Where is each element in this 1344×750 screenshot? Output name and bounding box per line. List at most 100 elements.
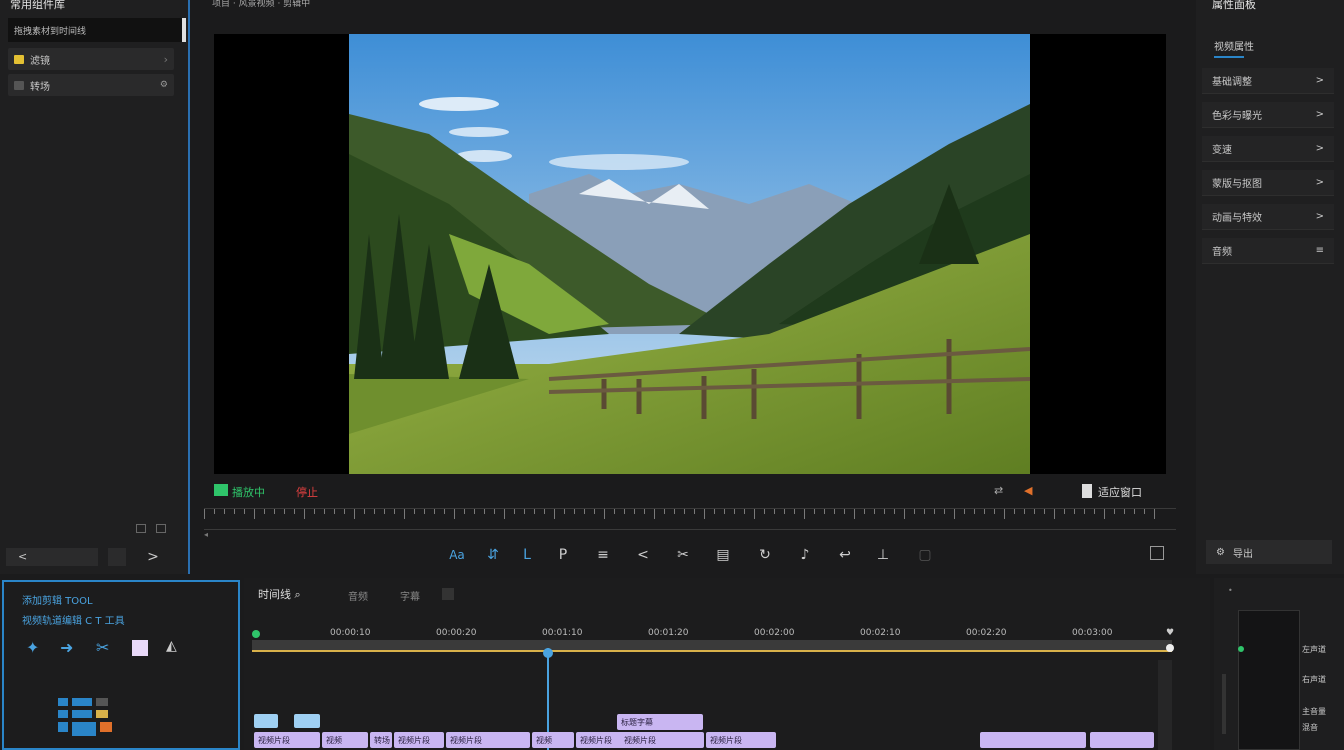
align-icon[interactable]: ⊥ xyxy=(872,545,894,565)
title-clip[interactable]: 标题字幕 xyxy=(617,714,703,730)
video-clip[interactable]: 视频片段 xyxy=(254,732,320,748)
timecode-label: 00:00:10 xyxy=(330,628,371,638)
export-button[interactable]: ⚙ 导出 xyxy=(1206,540,1332,564)
timeline-scrollbar[interactable] xyxy=(1158,660,1172,750)
ruler-tick xyxy=(324,509,325,514)
prop-speed[interactable]: 变速 > xyxy=(1202,136,1334,162)
prop-color[interactable]: 色彩与曝光 > xyxy=(1202,102,1334,128)
ruler-tick xyxy=(744,509,745,514)
meter-label: 右声道 xyxy=(1302,675,1326,684)
frame-icon[interactable]: ▢ xyxy=(914,545,936,565)
scissors-icon[interactable]: ✂ xyxy=(96,638,109,657)
left-item-filters[interactable]: 滤镜 › xyxy=(8,48,174,70)
preview-scrubber[interactable] xyxy=(204,508,1176,530)
ruler-tick xyxy=(854,509,855,519)
square-icon[interactable] xyxy=(132,640,148,656)
scissors-icon[interactable]: ✂ xyxy=(672,545,694,565)
pin-icon[interactable]: ✦ xyxy=(26,638,39,657)
ruler-tick xyxy=(984,509,985,514)
ruler-tick xyxy=(554,509,555,519)
ruler-tick xyxy=(344,509,345,514)
video-frame xyxy=(349,34,1030,474)
ruler-tick xyxy=(594,509,595,514)
video-clip[interactable]: 视频 xyxy=(532,732,574,748)
properties-title: 属性面板 xyxy=(1212,0,1256,11)
left-item-transitions[interactable]: 转场 ⚙ xyxy=(8,74,174,96)
text-tool-button[interactable]: Aa xyxy=(446,545,468,565)
rotate-icon[interactable]: ↻ xyxy=(754,545,776,565)
ruler-tick xyxy=(1004,509,1005,519)
undo-icon[interactable]: ↩ xyxy=(834,545,856,565)
tab-subtitles[interactable]: 字幕 xyxy=(400,588,420,603)
ruler-tick xyxy=(924,509,925,514)
speaker-icon[interactable]: ◭ xyxy=(166,638,177,654)
meter-label: 混音 xyxy=(1302,723,1318,732)
video-clip[interactable]: 视频片段 xyxy=(394,732,444,748)
tab-audio[interactable]: 音频 xyxy=(348,588,368,603)
video-clip[interactable]: 视频片段 xyxy=(446,732,530,748)
ruler-tick xyxy=(634,509,635,514)
tab-video-properties[interactable]: 视频属性 xyxy=(1214,38,1254,53)
audio-marker[interactable] xyxy=(254,714,278,728)
timecode-label: 00:01:20 xyxy=(648,628,689,638)
pen-tool-button[interactable]: P xyxy=(552,545,574,565)
add-tab-icon[interactable] xyxy=(442,588,454,600)
list-tool-button[interactable]: ≡ xyxy=(592,545,614,565)
link-icon[interactable]: ⇄ xyxy=(994,484,1003,497)
video-clip[interactable]: 转场 xyxy=(370,732,392,748)
playhead-handle[interactable] xyxy=(543,648,553,658)
tab-underline xyxy=(1214,56,1244,58)
ruler-tick xyxy=(824,509,825,514)
fullscreen-icon[interactable] xyxy=(1082,484,1092,498)
prop-audio[interactable]: 音频 ≡ xyxy=(1202,238,1334,264)
ruler-tick xyxy=(644,509,645,514)
ruler-tick xyxy=(944,509,945,514)
next-button[interactable]: > xyxy=(138,548,168,566)
gear-icon: ⚙ xyxy=(1216,546,1225,558)
ruler-tick xyxy=(1114,509,1115,514)
tab-timeline[interactable]: 时间线 ⌕ xyxy=(258,586,301,602)
export-frame-icon[interactable] xyxy=(1150,546,1164,560)
chevron-right-icon: > xyxy=(1315,109,1324,120)
ruler-tick xyxy=(844,509,845,514)
ruler-tick xyxy=(534,509,535,514)
crop-tool-button[interactable]: L xyxy=(516,545,538,565)
ruler-tick xyxy=(774,509,775,514)
film-icon[interactable]: ▤ xyxy=(712,545,734,565)
share-icon[interactable]: < xyxy=(632,545,654,565)
grid-icon[interactable] xyxy=(108,548,126,566)
volume-slider[interactable] xyxy=(1222,674,1226,734)
fit-window-button[interactable]: 适应窗口 xyxy=(1098,484,1142,500)
ruler-tick xyxy=(494,509,495,514)
video-clip[interactable]: 视频片段 xyxy=(620,732,704,748)
ruler-tick xyxy=(224,509,225,514)
ruler-tick xyxy=(484,509,485,514)
video-clip[interactable] xyxy=(980,732,1086,748)
music-icon[interactable]: ♪ xyxy=(794,545,816,565)
prop-mask[interactable]: 蒙版与抠图 > xyxy=(1202,170,1334,196)
ruler-tick xyxy=(604,509,605,519)
video-clip[interactable] xyxy=(1090,732,1154,748)
prop-basic[interactable]: 基础调整 > xyxy=(1202,68,1334,94)
ruler-tick xyxy=(994,509,995,514)
search-input[interactable]: 拖拽素材到时间线 xyxy=(8,18,186,42)
back-button[interactable]: < xyxy=(6,548,98,566)
ruler-tick xyxy=(364,509,365,514)
ruler-tick xyxy=(294,509,295,514)
track-controls[interactable] xyxy=(58,698,158,748)
video-clip[interactable]: 视频 xyxy=(322,732,368,748)
ruler-tick xyxy=(314,509,315,514)
audio-marker[interactable] xyxy=(294,714,320,728)
arrow-right-icon[interactable]: ➜ xyxy=(60,638,73,657)
timeline-ruler[interactable] xyxy=(252,640,1172,652)
stop-badge[interactable]: 停止 xyxy=(296,484,318,500)
save-icon[interactable] xyxy=(136,524,146,533)
delete-icon[interactable] xyxy=(156,524,166,533)
ruler-tick xyxy=(354,509,355,519)
split-tool-button[interactable]: ⇵ xyxy=(482,545,504,565)
volume-meter[interactable] xyxy=(1238,610,1300,750)
timeline-panel xyxy=(244,578,1210,750)
volume-icon[interactable]: ◀ xyxy=(1024,484,1032,497)
prop-animation[interactable]: 动画与特效 > xyxy=(1202,204,1334,230)
video-clip[interactable]: 视频片段 xyxy=(706,732,776,748)
